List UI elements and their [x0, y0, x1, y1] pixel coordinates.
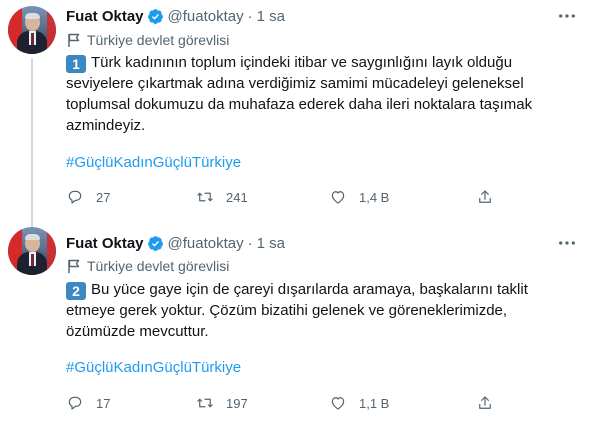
- verified-badge-icon: [147, 235, 164, 252]
- share-icon: [479, 190, 491, 203]
- separator-dot: ·: [247, 234, 253, 252]
- tweet-actions: 17 197 1,1 B: [66, 393, 496, 413]
- government-flag-icon: [68, 33, 80, 47]
- retweet-icon: [197, 398, 213, 408]
- hashtag-link[interactable]: #GüçlüKadınGüçlüTürkiye: [66, 359, 241, 376]
- tweet-text: 1 Türk kadınının toplum içindeki itibar v…: [66, 52, 576, 136]
- hashtag-link[interactable]: #GüçlüKadınGüçlüTürkiye: [66, 154, 241, 171]
- tweet-text-content: Türk kadınının toplum içindeki itibar ve…: [66, 54, 533, 134]
- government-flag-icon: [68, 259, 80, 273]
- reply-button[interactable]: 17: [66, 393, 110, 413]
- separator-dot: ·: [247, 7, 253, 25]
- government-label: Türkiye devlet görevlisi: [66, 30, 229, 50]
- more-options-icon[interactable]: [557, 8, 577, 24]
- keycap-number-icon: 1: [66, 55, 86, 73]
- keycap-number-icon: 2: [66, 282, 86, 300]
- tweet[interactable]: Fuat Oktay @fuatoktay · 1 sa Türkiye dev…: [0, 0, 592, 228]
- share-icon: [479, 396, 491, 409]
- reply-count: 27: [96, 189, 111, 205]
- retweet-icon: [197, 192, 213, 202]
- tweet-actions: 27 241 1,4 B: [66, 187, 496, 207]
- reply-icon: [68, 190, 82, 204]
- thread-connector-line: [31, 58, 33, 228]
- retweet-button[interactable]: 241: [196, 187, 248, 207]
- author-handle[interactable]: @fuatoktay: [168, 8, 244, 25]
- tweet-header: Fuat Oktay @fuatoktay · 1 sa: [66, 233, 285, 253]
- reply-count: 17: [96, 395, 111, 411]
- government-label-text: Türkiye devlet görevlisi: [87, 258, 230, 274]
- author-handle[interactable]: @fuatoktay: [168, 235, 244, 252]
- more-options-icon[interactable]: [557, 235, 577, 251]
- avatar[interactable]: [8, 227, 56, 275]
- like-count: 1,4 B: [359, 189, 390, 205]
- government-label: Türkiye devlet görevlisi: [66, 256, 229, 276]
- retweet-button[interactable]: 197: [196, 393, 248, 413]
- tweet-text-content: Bu yüce gaye için de çareyi dışarılarda …: [66, 281, 528, 340]
- like-button[interactable]: 1,1 B: [329, 393, 389, 413]
- tweet-header: Fuat Oktay @fuatoktay · 1 sa: [66, 6, 285, 26]
- retweet-count: 197: [226, 395, 248, 411]
- author-name[interactable]: Fuat Oktay: [66, 235, 144, 252]
- tweet-text: 2 Bu yüce gaye için de çareyi dışarılarda…: [66, 279, 576, 342]
- retweet-count: 241: [226, 189, 248, 205]
- like-icon: [331, 397, 345, 410]
- tweet[interactable]: Fuat Oktay @fuatoktay · 1 sa Türkiye dev…: [0, 222, 592, 422]
- like-button[interactable]: 1,4 B: [329, 187, 389, 207]
- share-button[interactable]: [476, 393, 494, 413]
- timestamp[interactable]: 1 sa: [257, 235, 285, 252]
- reply-button[interactable]: 27: [66, 187, 110, 207]
- verified-badge-icon: [147, 8, 164, 25]
- like-icon: [331, 191, 345, 204]
- avatar[interactable]: [8, 6, 56, 54]
- share-button[interactable]: [476, 187, 494, 207]
- author-name[interactable]: Fuat Oktay: [66, 8, 144, 25]
- like-count: 1,1 B: [359, 395, 390, 411]
- government-label-text: Türkiye devlet görevlisi: [87, 32, 230, 48]
- reply-icon: [68, 396, 82, 410]
- timestamp[interactable]: 1 sa: [257, 8, 285, 25]
